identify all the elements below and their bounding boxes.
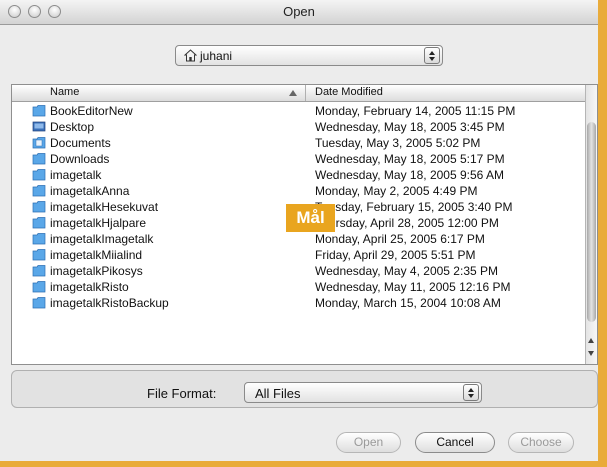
column-header-name[interactable]: Name — [12, 85, 306, 101]
table-row[interactable]: Downloads Wednesday, May 18, 2005 5:17 PM — [12, 151, 587, 167]
file-date-modified: Thursday, April 28, 2005 12:00 PM — [315, 216, 499, 230]
table-row[interactable]: imagetalkRistoBackup Monday, March 15, 20… — [12, 295, 587, 311]
file-date-modified: Wednesday, May 4, 2005 2:35 PM — [315, 264, 498, 278]
file-date-modified: Monday, February 14, 2005 11:15 PM — [315, 104, 516, 118]
window-title: Open — [283, 4, 315, 19]
file-name: imagetalkPikosys — [50, 264, 143, 278]
table-row[interactable]: imagetalkMiialind Friday, April 29, 2005 … — [12, 247, 587, 263]
folder-icon — [32, 217, 46, 229]
column-header-row: Name Date Modified — [12, 85, 587, 102]
vertical-scrollbar[interactable] — [585, 85, 597, 364]
home-icon — [184, 49, 197, 62]
table-row[interactable]: imagetalkPikosys Wednesday, May 4, 2005 2… — [12, 263, 587, 279]
cancel-button[interactable]: Cancel — [415, 432, 495, 453]
path-popup-label: juhani — [200, 49, 233, 63]
file-date-modified: Monday, March 15, 2004 10:08 AM — [315, 296, 501, 310]
table-row[interactable]: imagetalkAnna Monday, May 2, 2005 4:49 PM — [12, 183, 587, 199]
file-date-modified: Wednesday, May 11, 2005 12:16 PM — [315, 280, 511, 294]
file-name: imagetalk — [50, 168, 102, 182]
file-name: BookEditorNew — [50, 104, 133, 118]
file-name: imagetalkRistoBackup — [50, 296, 169, 310]
folder-icon — [32, 201, 46, 213]
file-date-modified: Tuesday, February 15, 2005 3:40 PM — [315, 200, 513, 214]
folder-icon — [32, 105, 46, 117]
folder-icon — [32, 281, 46, 293]
file-name: Desktop — [50, 120, 95, 134]
table-row[interactable]: imagetalk Wednesday, May 18, 2005 9:56 AM — [12, 167, 587, 183]
file-name: imagetalkImagetalk — [50, 232, 154, 246]
choose-button[interactable]: Choose — [508, 432, 574, 453]
file-name: imagetalkAnna — [50, 184, 130, 198]
file-name: imagetalkRisto — [50, 280, 129, 294]
overlay-label: Mål — [286, 204, 335, 232]
file-date-modified: Monday, April 25, 2005 6:17 PM — [315, 232, 485, 246]
file-name: imagetalkMiialind — [50, 248, 143, 262]
folder-icon — [32, 297, 46, 309]
open-dialog-window: Open juhani Name Date Modified BookEdito… — [0, 0, 607, 467]
path-popup-button[interactable]: juhani — [175, 45, 443, 66]
folder-icon — [32, 185, 46, 197]
titlebar[interactable]: Open — [0, 0, 598, 25]
file-name: Documents — [50, 136, 111, 150]
file-format-label: File Format: — [147, 386, 217, 401]
column-header-name-label: Name — [50, 86, 80, 98]
file-name: imagetalkHesekuvat — [50, 200, 159, 214]
file-format-select[interactable]: All Files — [244, 382, 482, 403]
file-date-modified: Wednesday, May 18, 2005 5:17 PM — [315, 152, 505, 166]
file-name: Downloads — [50, 152, 110, 166]
sort-ascending-icon — [289, 90, 297, 96]
file-date-modified: Friday, April 29, 2005 5:51 PM — [315, 248, 476, 262]
open-button[interactable]: Open — [336, 432, 401, 453]
table-row[interactable]: imagetalkRisto Wednesday, May 11, 2005 12… — [12, 279, 587, 295]
chevron-updown-icon — [463, 384, 479, 401]
file-format-bar: File Format: All Files — [11, 370, 598, 408]
file-name: imagetalkHjalpare — [50, 216, 147, 230]
documents-folder-icon — [32, 137, 46, 149]
file-date-modified: Tuesday, May 3, 2005 5:02 PM — [315, 136, 481, 150]
desktop-folder-icon — [32, 121, 46, 132]
file-format-value: All Files — [255, 386, 301, 401]
folder-icon — [32, 153, 46, 165]
table-row[interactable]: Documents Tuesday, May 3, 2005 5:02 PM — [12, 135, 587, 151]
folder-icon — [32, 265, 46, 277]
scrollbar-thumb[interactable] — [587, 122, 596, 322]
file-date-modified: Monday, May 2, 2005 4:49 PM — [315, 184, 478, 198]
file-date-modified: Wednesday, May 18, 2005 9:56 AM — [315, 168, 505, 182]
table-row[interactable]: BookEditorNew Monday, February 14, 2005 1… — [12, 103, 587, 119]
folder-icon — [32, 249, 46, 261]
folder-icon — [32, 169, 46, 181]
table-row[interactable]: Desktop Wednesday, May 18, 2005 3:45 PM — [12, 119, 587, 135]
table-row[interactable]: imagetalkImagetalk Monday, April 25, 2005… — [12, 231, 587, 247]
chevron-updown-icon — [424, 47, 440, 64]
file-date-modified: Wednesday, May 18, 2005 3:45 PM — [315, 120, 505, 134]
scroll-down-icon[interactable] — [588, 351, 594, 356]
scroll-up-icon[interactable] — [588, 338, 594, 343]
column-header-date-label: Date Modified — [315, 86, 383, 98]
folder-icon — [32, 233, 46, 245]
